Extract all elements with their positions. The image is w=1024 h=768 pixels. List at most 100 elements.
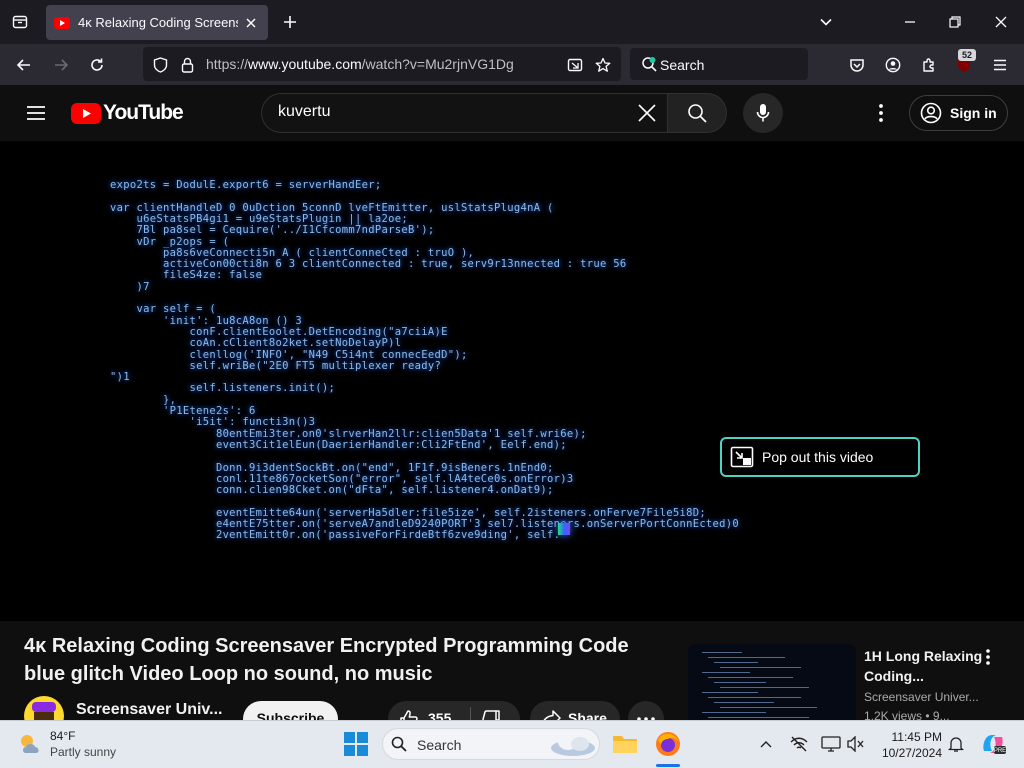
minimize-icon[interactable] <box>898 10 922 34</box>
thumbnail-code-stroke <box>708 717 809 718</box>
tracking-protection-shield-icon[interactable] <box>150 55 170 75</box>
thumbnail-code-stroke <box>702 672 750 673</box>
close-window-icon[interactable] <box>989 10 1013 34</box>
thumbnail-code-stroke <box>720 667 801 668</box>
show-hidden-icons-chevron-icon[interactable] <box>757 736 775 752</box>
sign-in-button[interactable]: Sign in <box>909 95 1008 131</box>
page-action-icon[interactable] <box>565 55 585 75</box>
video-code-frame: expo2ts = DodulE.export6 = serverHandEer… <box>110 179 810 549</box>
thumbnail-code-stroke <box>714 662 758 663</box>
code-line: 'i5it': functi3n()3 <box>110 416 316 429</box>
account-icon[interactable] <box>882 54 904 76</box>
youtube-search-button[interactable] <box>667 93 727 133</box>
weather-partly-sunny-icon[interactable] <box>16 730 46 758</box>
microphone-icon <box>756 104 770 122</box>
youtube-play-logo-icon <box>71 102 101 124</box>
back-arrow-icon[interactable] <box>12 53 36 77</box>
url-prefix: https:// <box>206 56 249 72</box>
thumbnail-code-stroke <box>714 682 766 683</box>
svg-text:PRE: PRE <box>994 748 1006 754</box>
code-line: )7 <box>110 280 150 293</box>
url-path: /watch?v=Mu2rjnVG1Dg <box>361 56 514 72</box>
firefox-taskbar-icon[interactable] <box>654 730 682 758</box>
thumbnail-code-stroke <box>702 712 766 713</box>
code-line: conl.11te867ocketSon("error", self.lA4te… <box>110 472 574 485</box>
code-line: coAn.cClient8o2ket.setNoDelayP)l <box>110 337 402 350</box>
code-line: 2ventEmitt0r.on('passiveForFirdeBtf6zve9… <box>110 529 561 542</box>
code-line: expo2ts = DodulE.export6 = serverHandEer… <box>110 179 382 191</box>
guide-menu-icon[interactable] <box>22 100 50 126</box>
picture-in-picture-icon <box>730 446 754 468</box>
pop-out-label: Pop out this video <box>762 449 874 465</box>
restore-window-icon[interactable] <box>943 10 967 34</box>
code-line: vDr _p2ops = ( <box>110 235 230 248</box>
network-disconnected-icon[interactable] <box>788 734 810 754</box>
youtube-logo[interactable]: YouTube <box>71 101 184 125</box>
voice-search-button[interactable] <box>743 93 783 133</box>
youtube-logo-text: YouTube <box>103 101 184 124</box>
file-explorer-icon[interactable] <box>612 733 638 755</box>
code-line: }, <box>110 393 177 406</box>
code-line: Donn.9i3dentSockBt.on("end", 1F1f.9isBen… <box>110 461 554 474</box>
recommended-channel[interactable]: Screensaver Univer... <box>864 690 979 704</box>
tab-close-icon[interactable] <box>242 14 260 32</box>
active-app-indicator <box>656 764 680 767</box>
user-circle-icon <box>920 102 942 124</box>
code-line: fileS4ze: false <box>110 269 263 282</box>
copilot-icon[interactable]: PRE <box>980 731 1006 757</box>
new-tab-icon[interactable] <box>278 10 302 34</box>
thumbnail-code-stroke <box>708 677 793 678</box>
bookmark-star-icon[interactable] <box>593 55 613 75</box>
extensions-puzzle-icon[interactable] <box>918 54 940 76</box>
code-line: 7Bl pa8sel = Cequire('../I1Cfcomm7ndPars… <box>110 224 435 237</box>
tab-list-icon[interactable] <box>8 10 32 34</box>
code-line: var self = ( <box>110 303 216 316</box>
thumbnail-code-stroke <box>708 697 801 698</box>
display-icon[interactable] <box>820 734 842 754</box>
windows-start-icon[interactable] <box>344 732 368 756</box>
code-line: self.wriBe("2E0 FT5 multiplexer ready? <box>110 359 442 372</box>
notification-bell-icon[interactable] <box>946 734 966 754</box>
code-line: event3Cit1elEun(DaerierHandler:Cli2FtEnd… <box>110 438 567 451</box>
forward-arrow-icon[interactable] <box>49 53 73 77</box>
browser-tab-active[interactable]: 4κ Relaxing Coding Screensaver Encrypted… <box>46 5 268 40</box>
search-engine-icon[interactable] <box>639 54 659 74</box>
clear-search-icon[interactable] <box>634 100 660 126</box>
code-line: conn.clien98Cket.on("dFta", self.listene… <box>110 484 554 497</box>
speaker-muted-icon[interactable] <box>846 734 866 754</box>
youtube-favicon-icon <box>54 16 70 29</box>
url-host: www.youtube.com <box>248 56 362 72</box>
thumbnail-code-stroke <box>702 652 742 653</box>
taskbar-search-label: Search <box>417 737 462 753</box>
video-title: 4κ Relaxing Coding Screensaver Encrypted… <box>24 635 629 685</box>
code-line: eventEmitte64un('serverHa5dler:file5ize'… <box>110 506 706 519</box>
tab-title: 4κ Relaxing Coding Screensaver Encrypted… <box>78 15 238 30</box>
pocket-icon[interactable] <box>846 54 868 76</box>
url-text[interactable]: https://www.youtube.com/watch?v=Mu2rjnVG… <box>206 56 514 72</box>
taskbar-search-icon <box>390 735 408 753</box>
thumbnail-code-stroke <box>720 707 817 708</box>
lock-icon[interactable] <box>178 55 196 75</box>
pop-out-video-button[interactable]: Pop out this video <box>720 437 920 477</box>
search-icon <box>688 104 707 123</box>
youtube-search-query[interactable]: kuvertu <box>278 103 330 121</box>
extension-badge: 52 <box>958 49 976 61</box>
reload-icon[interactable] <box>85 53 109 77</box>
thumbnail-code-stroke <box>720 687 809 688</box>
thumbnail-code-stroke <box>708 657 785 658</box>
channel-name[interactable]: Screensaver Univ... <box>76 701 222 719</box>
video-player[interactable]: expo2ts = DodulE.export6 = serverHandEer… <box>0 141 1024 621</box>
thumbnail-code-stroke <box>714 702 774 703</box>
weather-temperature[interactable]: 84°F <box>50 729 75 743</box>
glitch-cursor <box>558 523 570 535</box>
code-line: 'init': 1u8cA8on () 3 <box>110 314 303 327</box>
recommended-more-icon[interactable] <box>978 646 998 668</box>
list-all-tabs-chevron-icon[interactable] <box>814 10 838 34</box>
search-highlight-icon <box>548 730 598 758</box>
weather-condition[interactable]: Partly sunny <box>50 745 116 759</box>
taskbar-clock[interactable]: 11:45 PM 10/27/2024 <box>868 729 942 761</box>
hamburger-menu-icon[interactable] <box>989 54 1011 76</box>
settings-more-icon[interactable] <box>868 100 894 126</box>
recommended-title[interactable]: 1H Long Relaxing Coding... <box>864 646 984 686</box>
browser-search-placeholder: Search <box>660 57 705 73</box>
